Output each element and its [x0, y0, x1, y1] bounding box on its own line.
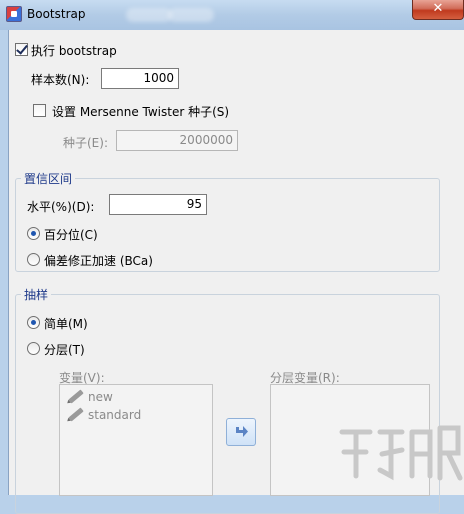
bca-radio[interactable]: [27, 253, 40, 266]
window-title: Bootstrap: [27, 7, 86, 21]
dialog-body: 执行 bootstrap 样本数(N): 1000 设置 Mersenne Tw…: [8, 30, 464, 514]
percentile-label[interactable]: 百分位(C): [44, 226, 98, 243]
perform-bootstrap-checkbox[interactable]: [15, 43, 28, 56]
samples-label: 样本数(N):: [31, 73, 90, 87]
perform-bootstrap-label[interactable]: 执行 bootstrap: [31, 42, 117, 59]
move-to-strata-button[interactable]: [226, 418, 256, 446]
simple-radio[interactable]: [27, 316, 40, 329]
seed-input[interactable]: 2000000: [116, 130, 238, 151]
spss-app-icon: [6, 6, 22, 22]
ci-level-label: 水平(%)(D):: [27, 200, 95, 214]
variable-name: standard: [88, 408, 142, 422]
variable-name: new: [88, 390, 113, 404]
seed-label: 种子(E):: [63, 136, 108, 150]
set-seed-label[interactable]: 设置 Mersenne Twister 种子(S): [52, 103, 229, 120]
close-button[interactable]: ✕: [412, 0, 464, 20]
bca-label[interactable]: 偏差修正加速 (BCa): [44, 252, 153, 269]
percentile-radio[interactable]: [27, 227, 40, 240]
bootstrap-dialog: Bootstrap ✕ 执行 bootstrap 样本数(N): 1000 设置…: [0, 0, 464, 514]
simple-label[interactable]: 简单(M): [44, 315, 88, 332]
variables-list[interactable]: new standard: [59, 384, 213, 496]
set-seed-checkbox[interactable]: [33, 104, 46, 117]
title-bar[interactable]: Bootstrap ✕: [0, 0, 464, 30]
ci-level-input[interactable]: 95: [109, 194, 207, 215]
pencil-icon: [68, 389, 84, 404]
samples-input[interactable]: 1000: [101, 68, 179, 89]
title-bar-shine: [126, 8, 172, 22]
pencil-icon: [68, 407, 84, 422]
sampling-title: 抽样: [21, 286, 52, 303]
stratified-radio[interactable]: [27, 342, 40, 355]
strata-list[interactable]: [270, 384, 430, 496]
arrow-right-icon: [236, 426, 248, 437]
stratified-label[interactable]: 分层(T): [44, 341, 85, 358]
title-bar-shine: [168, 8, 214, 22]
confidence-interval-title: 置信区间: [21, 170, 76, 187]
